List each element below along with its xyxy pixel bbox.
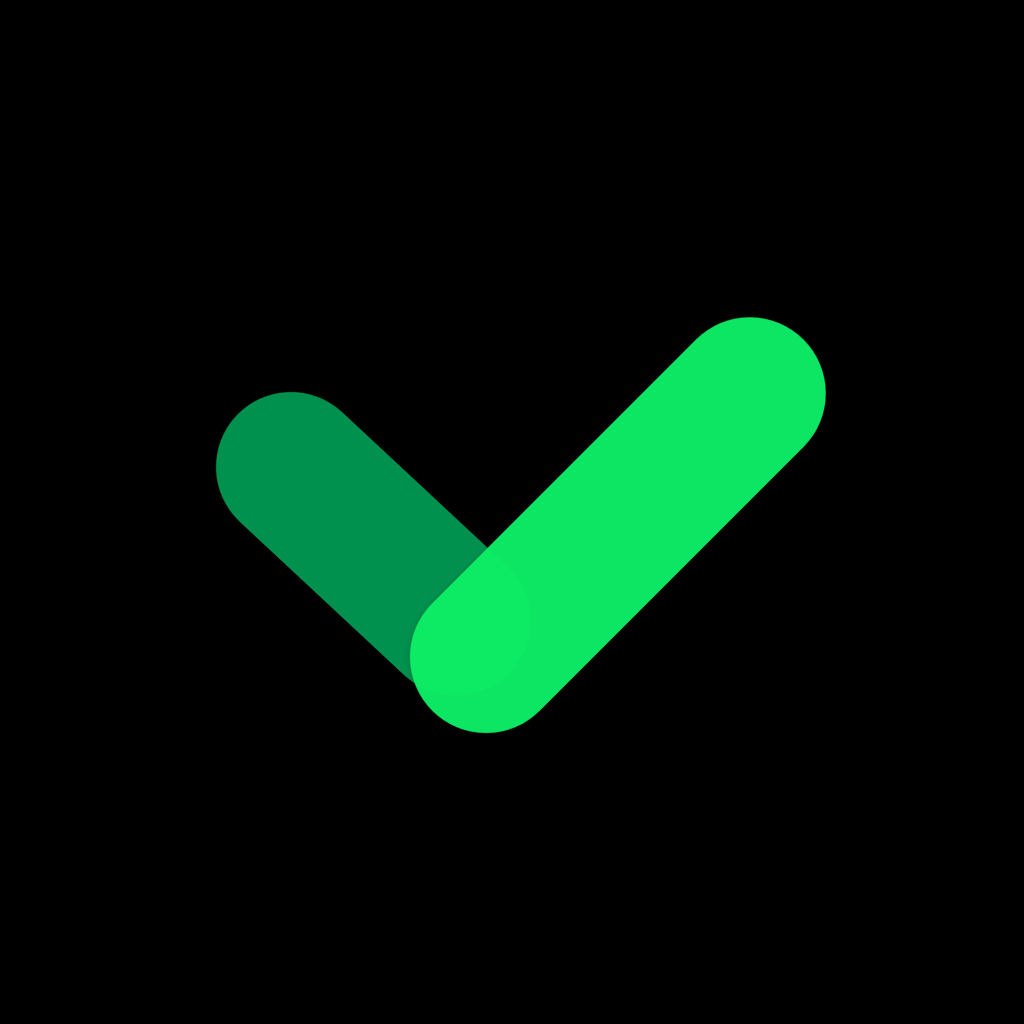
app-icon-canvas xyxy=(0,0,1024,1024)
checkmark-icon xyxy=(0,0,1024,1024)
background xyxy=(0,0,1024,1024)
